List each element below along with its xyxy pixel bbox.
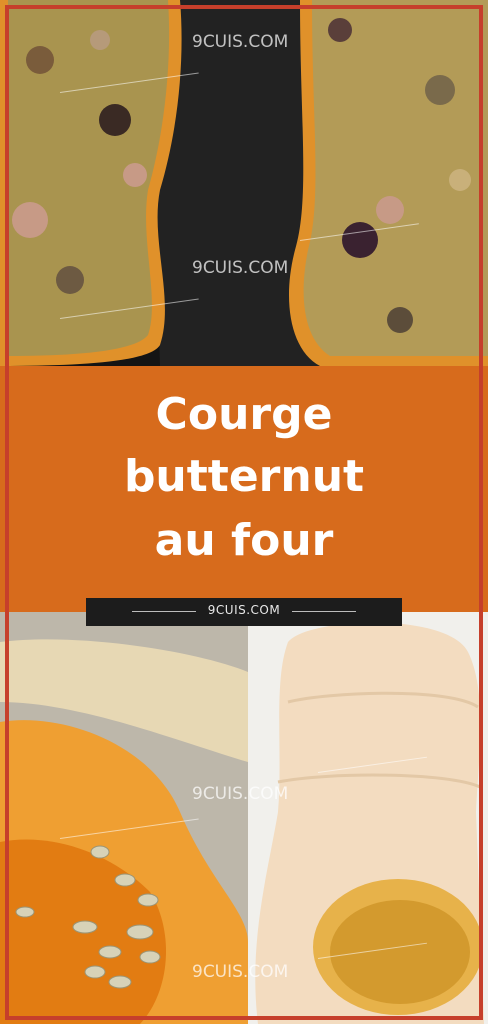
watermark: 9CUIS.COM (192, 258, 289, 278)
title-line-3: au four (154, 515, 334, 566)
site-label: 9CUIS.COM (207, 603, 281, 617)
site-bar-rule-right (292, 611, 356, 612)
site-bar: 9CUIS.COM (86, 598, 402, 626)
title-line-1: Courge (155, 389, 333, 440)
watermark: 9CUIS.COM (192, 784, 289, 804)
title-line-2: butternut (123, 451, 365, 502)
stuffed-squash-photo (0, 0, 488, 366)
watermark: 9CUIS.COM (192, 32, 289, 52)
watermark: 9CUIS.COM (192, 962, 289, 982)
title-band: Courge butternut au four (0, 366, 488, 612)
